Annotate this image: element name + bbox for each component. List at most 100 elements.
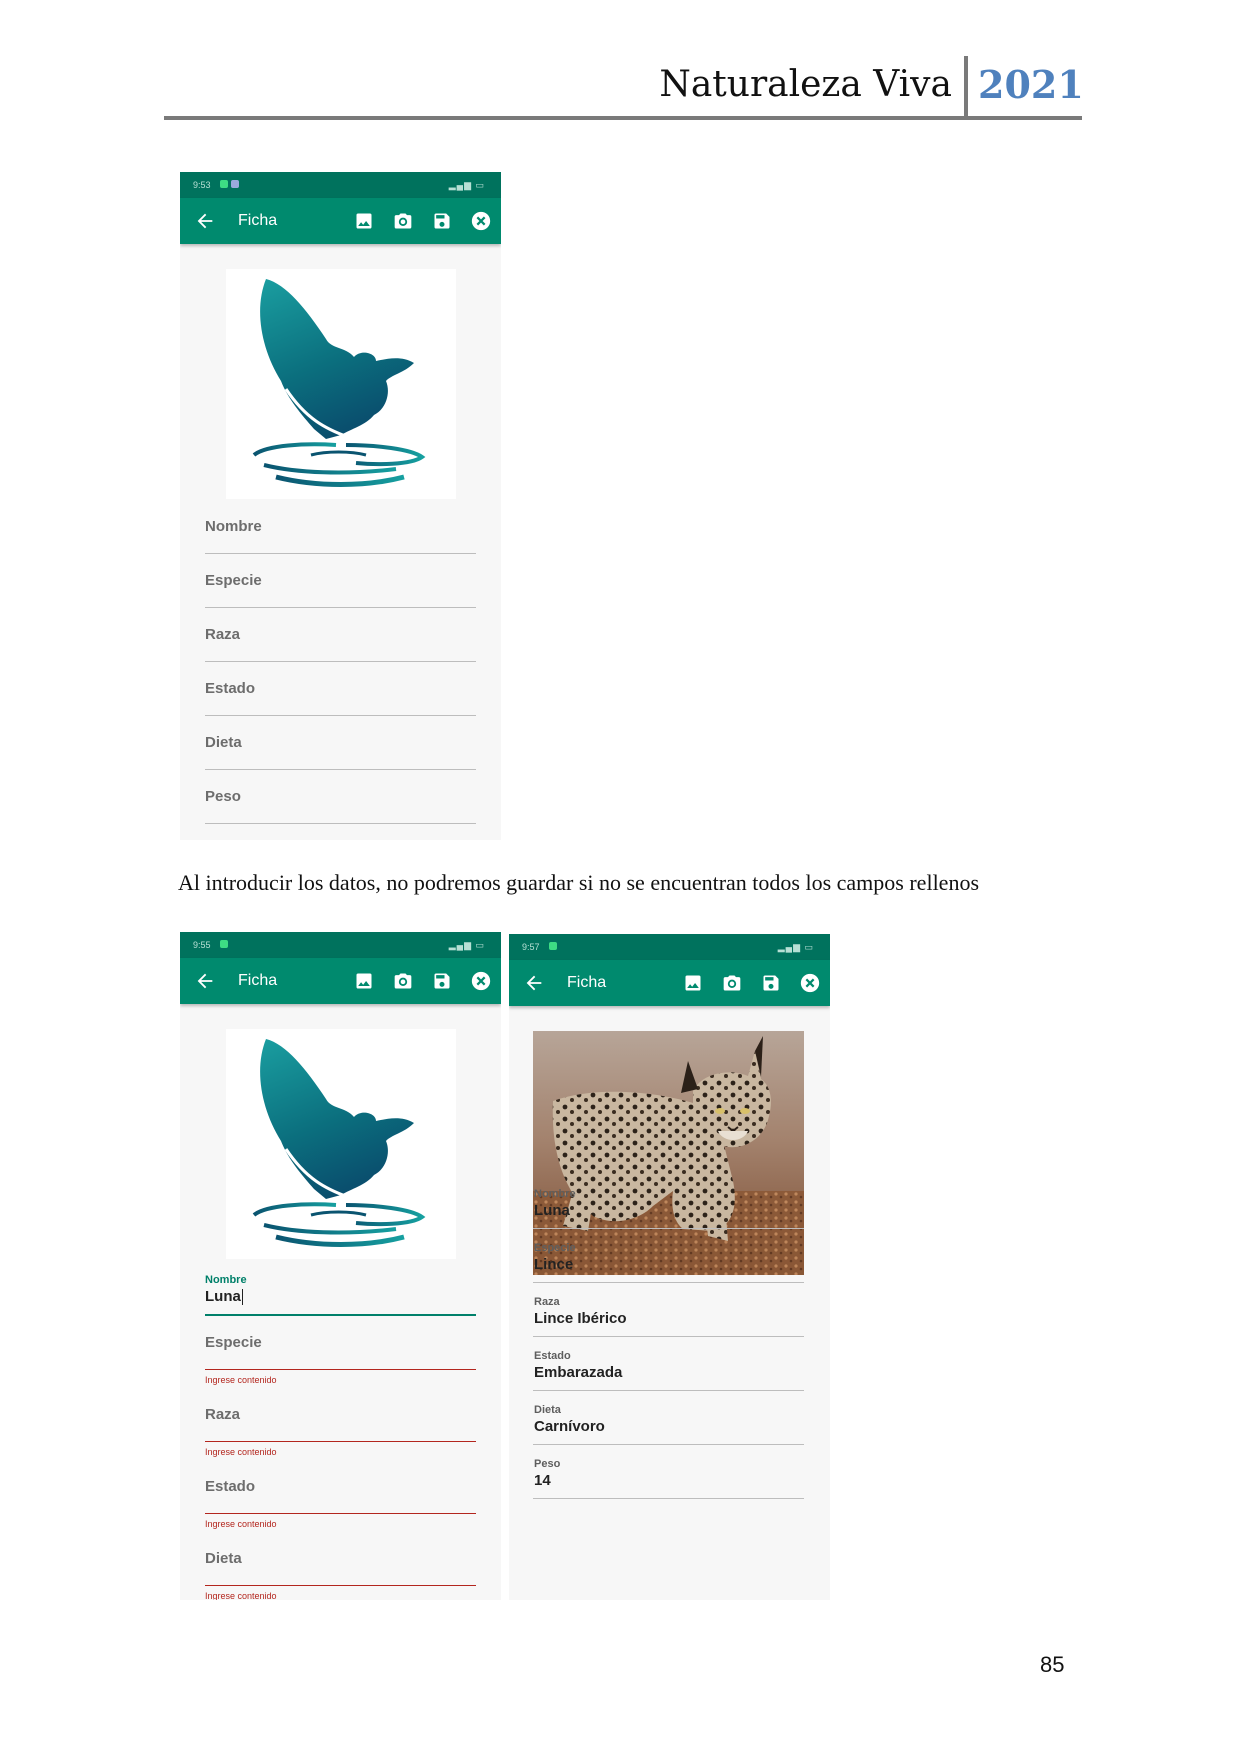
raza-field[interactable]: Raza Lince Ibérico [534, 1296, 805, 1327]
dieta-field[interactable]: Dieta [205, 1550, 476, 1567]
field-underline-error [205, 1441, 476, 1442]
close-icon[interactable] [469, 969, 493, 993]
field-label: Dieta [205, 734, 242, 751]
camera-icon[interactable] [391, 969, 415, 993]
field-label: Especie [534, 1242, 576, 1254]
field-underline-error [205, 1585, 476, 1586]
field-underline [533, 1336, 804, 1337]
header-year: 2021 [978, 62, 1084, 107]
image-icon[interactable] [352, 209, 376, 233]
field-underline [205, 769, 476, 770]
header-rule [164, 116, 1082, 120]
nombre-field[interactable]: Nombre Luna [534, 1188, 805, 1219]
field-underline [205, 607, 476, 608]
notification-icons [220, 940, 231, 950]
notification-icons [220, 180, 242, 190]
butterfly-logo[interactable] [226, 1029, 456, 1259]
field-label: Especie [205, 1334, 262, 1351]
estado-field[interactable]: Estado [205, 680, 476, 697]
error-message: Ingrese contenido [205, 1447, 277, 1457]
field-label: Nombre [205, 1274, 247, 1286]
field-underline [533, 1390, 804, 1391]
field-underline [533, 1498, 804, 1499]
raza-field[interactable]: Raza [205, 1406, 476, 1423]
butterfly-logo[interactable] [226, 269, 456, 499]
field-label: Nombre [205, 518, 262, 535]
error-message: Ingrese contenido [205, 1375, 277, 1385]
save-icon[interactable] [430, 969, 454, 993]
field-label: Peso [534, 1458, 561, 1470]
phone-screenshot-empty-form: 9:53 ▂▄▆ ▭ Ficha Nombre Especie Raza Est… [180, 172, 501, 840]
field-underline [205, 661, 476, 662]
field-underline [205, 823, 476, 824]
field-underline [533, 1228, 804, 1229]
page-header: Naturaleza Viva 2021 [164, 52, 1084, 120]
field-underline [205, 715, 476, 716]
field-label: Raza [534, 1296, 560, 1308]
field-value: Lince [534, 1256, 574, 1273]
image-icon[interactable] [681, 971, 705, 995]
signal-battery-icon: ▂▄▆ ▭ [777, 942, 814, 952]
nombre-field-focused[interactable]: Nombre Luna [205, 1274, 476, 1306]
camera-icon[interactable] [391, 209, 415, 233]
field-value: Embarazada [534, 1364, 623, 1381]
app-title: Ficha [567, 974, 607, 991]
field-label: Peso [205, 788, 241, 805]
status-time: 9:57 [522, 942, 540, 952]
app-bar: Ficha [509, 960, 830, 1006]
field-underline-error [205, 1513, 476, 1514]
save-icon[interactable] [430, 209, 454, 233]
field-underline [533, 1444, 804, 1445]
status-bar: 9:53 ▂▄▆ ▭ [180, 172, 501, 198]
field-label: Raza [205, 626, 241, 643]
app-bar: Ficha [180, 198, 501, 244]
header-title: Naturaleza Viva [659, 64, 952, 105]
caption-text: Al introducir los datos, no podremos gua… [178, 870, 980, 895]
field-value: Luna [534, 1202, 570, 1219]
especie-field[interactable]: Especie [205, 572, 476, 589]
peso-field[interactable]: Peso [205, 788, 476, 805]
especie-field[interactable]: Especie [205, 1334, 476, 1351]
error-message: Ingrese contenido [205, 1519, 277, 1529]
app-bar: Ficha [180, 958, 501, 1004]
dieta-field[interactable]: Dieta Carnívoro [534, 1404, 805, 1435]
field-label: Raza [205, 1406, 241, 1423]
especie-field[interactable]: Especie Lince [534, 1242, 805, 1273]
field-underline [205, 553, 476, 554]
raza-field[interactable]: Raza [205, 626, 476, 643]
estado-field[interactable]: Estado Embarazada [534, 1350, 805, 1381]
status-time: 9:53 [193, 180, 211, 190]
image-icon[interactable] [352, 969, 376, 993]
field-label: Estado [205, 680, 256, 697]
field-underline-error [205, 1369, 476, 1370]
text-cursor [241, 1289, 243, 1306]
status-time: 9:55 [193, 940, 211, 950]
close-icon[interactable] [469, 209, 493, 233]
save-icon[interactable] [759, 971, 783, 995]
field-value: Carnívoro [534, 1418, 605, 1435]
estado-field[interactable]: Estado [205, 1478, 476, 1495]
lynx-photo[interactable] [533, 1031, 804, 1275]
field-underline [533, 1282, 804, 1283]
back-arrow-icon[interactable] [194, 210, 216, 232]
field-value: Lince Ibérico [534, 1310, 627, 1327]
page-number: 85 [1040, 1652, 1065, 1677]
field-label: Nombre [534, 1188, 576, 1200]
field-underline-focused [205, 1314, 476, 1316]
nombre-field[interactable]: Nombre [205, 518, 476, 535]
field-label: Estado [205, 1478, 256, 1495]
header-divider [964, 56, 968, 120]
field-label: Especie [205, 572, 262, 589]
field-label: Dieta [205, 1550, 242, 1567]
back-arrow-icon[interactable] [523, 972, 545, 994]
dieta-field[interactable]: Dieta [205, 734, 476, 751]
back-arrow-icon[interactable] [194, 970, 216, 992]
field-value: 14 [534, 1472, 551, 1489]
notification-icons [549, 942, 560, 952]
close-icon[interactable] [798, 971, 822, 995]
camera-icon[interactable] [720, 971, 744, 995]
peso-field[interactable]: Peso 14 [534, 1458, 805, 1489]
signal-battery-icon: ▂▄▆ ▭ [448, 940, 485, 950]
field-label: Estado [534, 1350, 571, 1362]
field-label: Dieta [534, 1404, 561, 1416]
